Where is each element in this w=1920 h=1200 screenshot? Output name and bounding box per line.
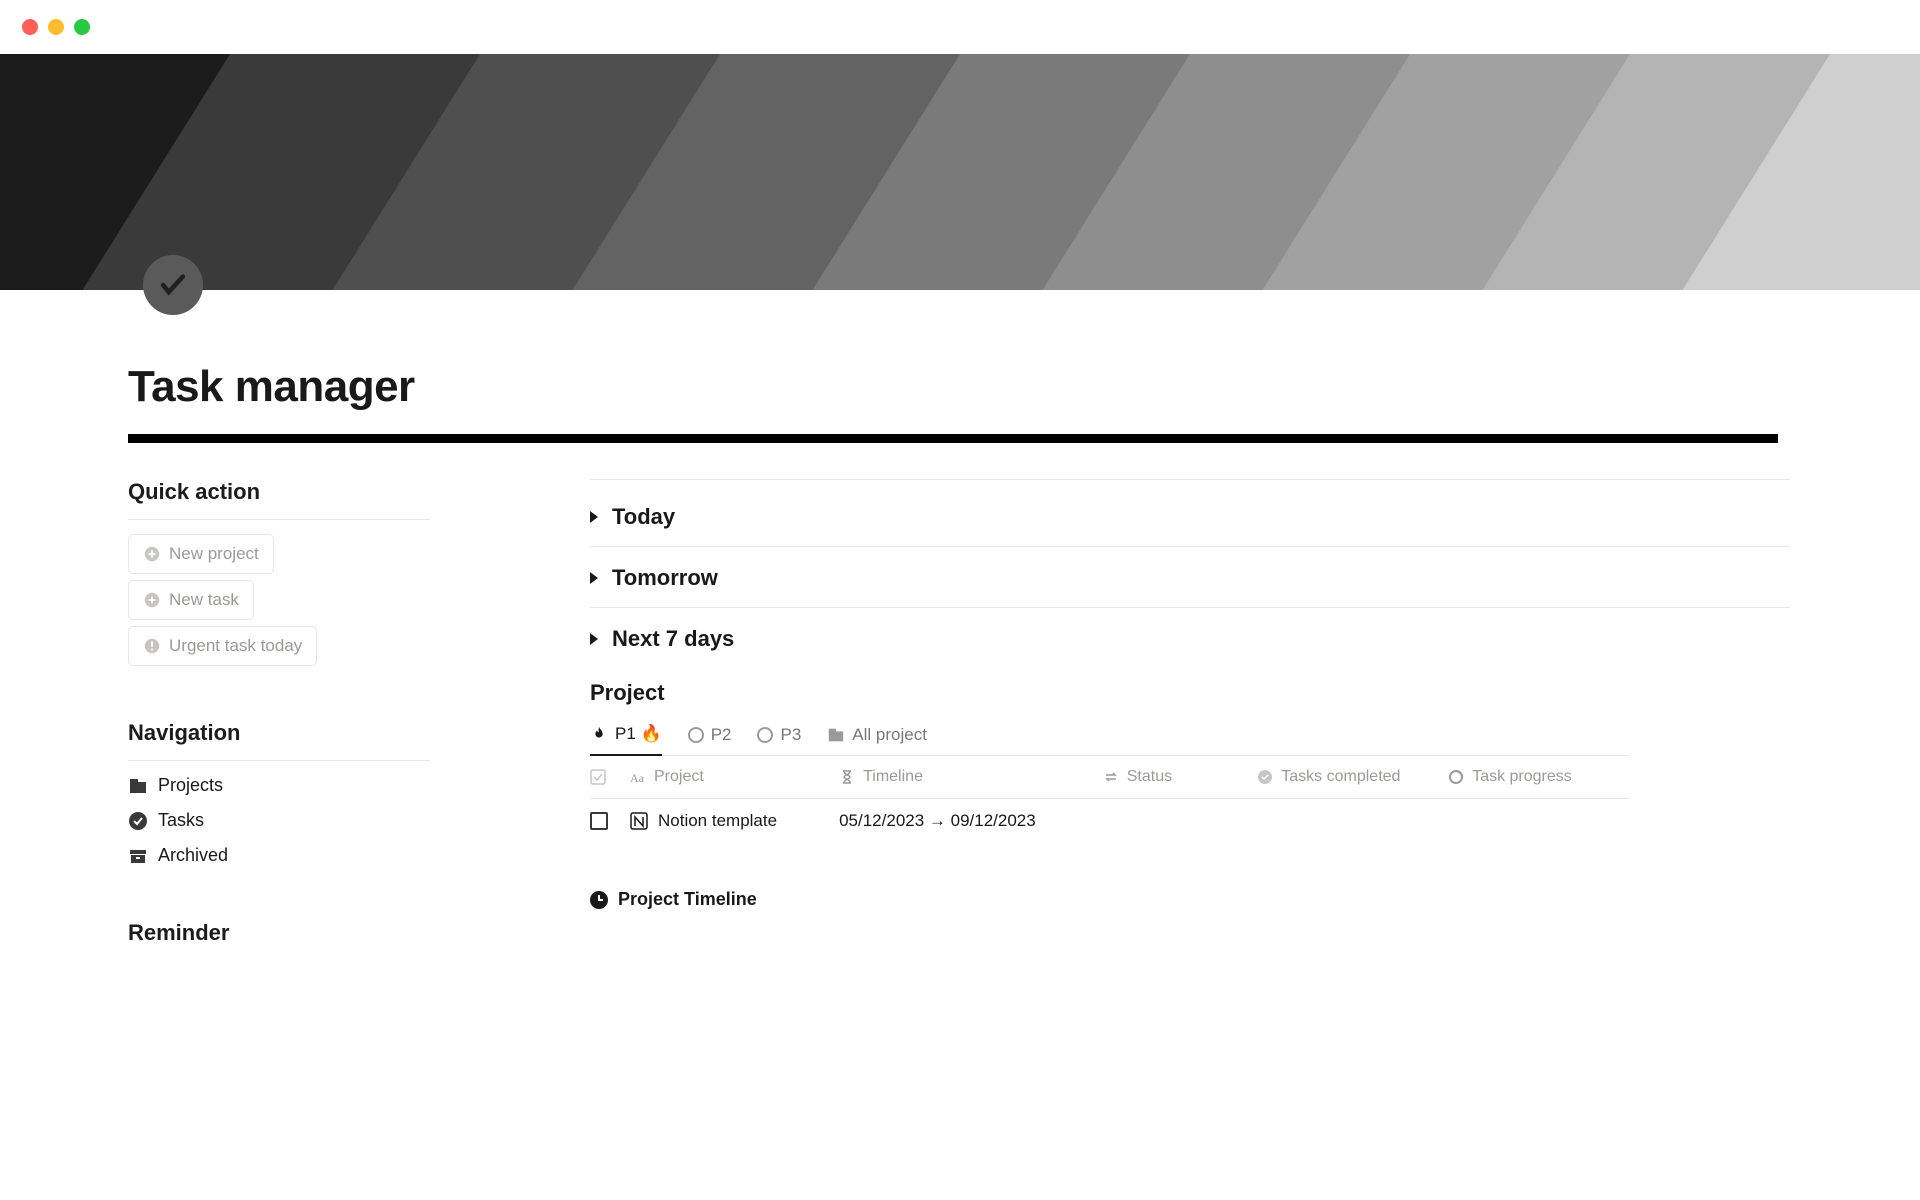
column-label: Timeline [863,768,923,786]
nav-projects[interactable]: Projects [128,775,430,796]
timeline-value: 05/12/2023 → 09/12/2023 [839,811,1036,831]
page-title[interactable]: Task manager [128,362,1920,412]
column-label: Task progress [1472,768,1572,786]
window-titlebar [0,0,1920,54]
nav-archived[interactable]: Archived [128,845,430,866]
button-label: Urgent task today [169,636,302,656]
notion-icon [630,812,648,830]
project-table-header: Aa Project Timeline Status [590,756,1630,799]
reminder-heading: Reminder [128,920,430,946]
progress-icon [1448,769,1464,785]
table-row[interactable]: Notion template 05/12/2023 → 09/12/2023 [590,799,1630,843]
check-circle-icon [1257,769,1273,785]
clock-icon [590,891,608,909]
archive-icon [128,846,148,866]
tab-label: P1 🔥 [615,724,662,744]
plus-circle-icon [143,545,161,563]
nav-label: Tasks [158,810,204,831]
tab-all-project[interactable]: All project [827,725,927,755]
checkbox-icon [590,769,606,785]
hourglass-icon [839,769,855,785]
minimize-window-button[interactable] [48,19,64,35]
check-circle-icon [128,811,148,831]
toggle-label: Tomorrow [612,565,718,591]
tab-label: P3 [780,725,801,745]
nav-label: Archived [158,845,228,866]
tab-label: P2 [711,725,732,745]
alert-circle-icon [143,637,161,655]
circle-icon [688,727,704,743]
toggle-tomorrow[interactable]: Tomorrow [590,565,1630,591]
text-icon: Aa [630,769,646,785]
folder-icon [827,726,845,744]
timeline-label: Project Timeline [618,889,757,910]
nav-label: Projects [158,775,223,796]
tab-p2[interactable]: P2 [688,725,732,755]
title-underline [128,434,1778,443]
button-label: New task [169,590,239,610]
button-label: New project [169,544,259,564]
tab-p3[interactable]: P3 [757,725,801,755]
new-project-button[interactable]: New project [128,534,274,574]
project-heading: Project [590,680,1630,706]
caret-right-icon [590,572,598,584]
circle-icon [757,727,773,743]
toggle-today[interactable]: Today [590,504,1630,530]
toggle-next7days[interactable]: Next 7 days [590,626,1630,652]
column-label: Status [1127,768,1172,786]
tab-label: All project [852,725,927,745]
svg-text:Aa: Aa [630,771,645,785]
quick-action-heading: Quick action [128,479,430,505]
nav-tasks[interactable]: Tasks [128,810,430,831]
flame-icon [590,725,608,743]
new-task-button[interactable]: New task [128,580,254,620]
project-tabs: P1 🔥 P2 P3 All project [590,724,1630,756]
caret-right-icon [590,633,598,645]
project-timeline-heading[interactable]: Project Timeline [590,889,1630,910]
urgent-task-button[interactable]: Urgent task today [128,626,317,666]
swap-icon [1103,769,1119,785]
row-checkbox[interactable] [590,812,608,830]
cover-image [0,54,1920,290]
caret-right-icon [590,511,598,523]
tab-p1[interactable]: P1 🔥 [590,724,662,756]
column-label: Tasks completed [1281,768,1400,786]
close-window-button[interactable] [22,19,38,35]
project-name: Notion template [658,811,777,831]
plus-circle-icon [143,591,161,609]
maximize-window-button[interactable] [74,19,90,35]
folder-icon [128,776,148,796]
toggle-label: Today [612,504,675,530]
toggle-label: Next 7 days [612,626,734,652]
navigation-heading: Navigation [128,720,430,746]
column-label: Project [654,768,704,786]
